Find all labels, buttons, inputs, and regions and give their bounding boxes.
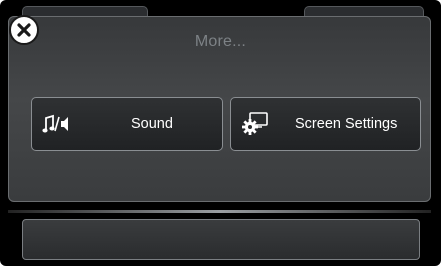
screen-settings-icon bbox=[241, 110, 271, 138]
screen: More... Sound Screen Settings bbox=[0, 0, 441, 266]
menu-title: More... bbox=[194, 33, 247, 50]
divider bbox=[8, 210, 431, 213]
sound-button-label: Sound bbox=[131, 116, 173, 132]
bottom-status-bar bbox=[22, 219, 420, 260]
sound-button[interactable]: Sound bbox=[31, 97, 223, 151]
close-icon bbox=[17, 23, 31, 37]
sound-icon bbox=[42, 110, 72, 138]
screen-settings-button[interactable]: Screen Settings bbox=[230, 97, 421, 151]
screen-settings-button-label: Screen Settings bbox=[295, 116, 398, 132]
more-menu-panel: More... Sound Screen Settings bbox=[8, 16, 431, 202]
close-button[interactable] bbox=[9, 15, 39, 45]
